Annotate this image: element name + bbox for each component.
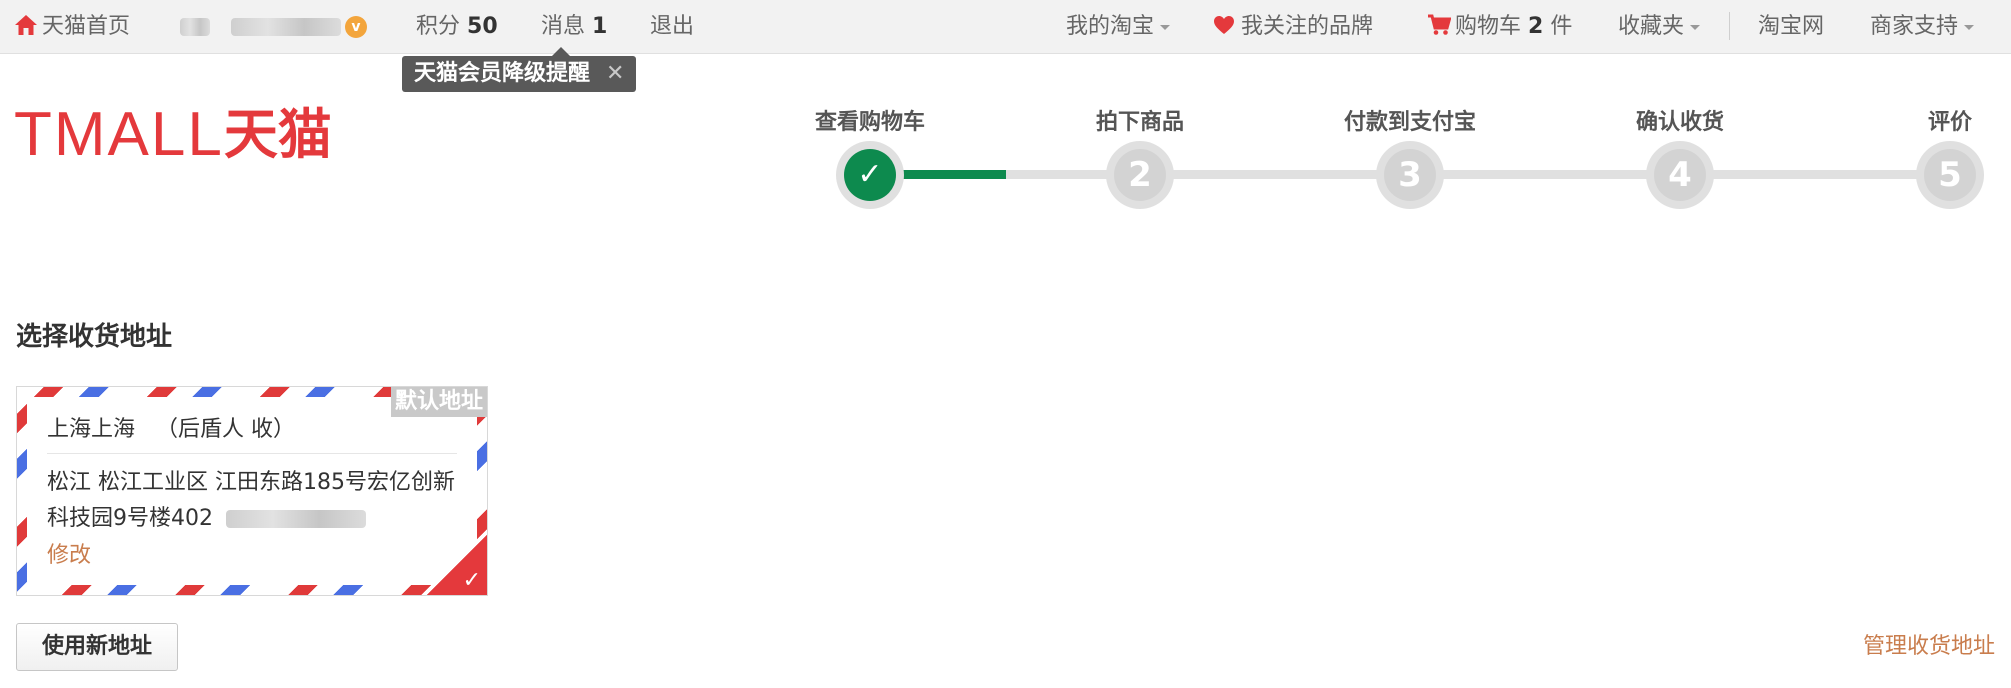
step-label-confirm-receipt: 确认收货 [1635,110,1725,135]
step-number-2: 2 [1114,149,1166,201]
step-circle-3: 3 [1376,141,1444,209]
step-label-view-cart: 查看购物车 [814,110,926,135]
vip-badge-icon: v [345,16,367,38]
address-edit-link[interactable]: 修改 [47,537,91,569]
step-label-review: 评价 [1927,110,1973,135]
tooltip-text: 天猫会员降级提醒 [414,61,591,86]
step-circle-4: 4 [1646,141,1714,209]
my-taobao-label: 我的淘宝 [1066,14,1155,39]
username-redacted [180,18,210,36]
logo-cjk-text: 天猫 [223,103,332,166]
step-circle-2: 2 [1106,141,1174,209]
selected-corner: ✓ [427,535,487,595]
address-detail: 松江 松江工业区 江田东路185号宏亿创新科技园9号楼402 [47,465,467,537]
address-card-selected[interactable]: 上海上海 （后盾人 收） 松江 松江工业区 江田东路185号宏亿创新科技园9号楼… [16,386,488,596]
close-icon[interactable]: ✕ [606,61,624,86]
home-link[interactable]: 天猫首页 [14,0,130,53]
home-link-label: 天猫首页 [42,14,131,39]
top-nav-bar: 天猫首页 v 积分 50 消息 1 退出 我的淘宝 我关注的品牌 购物车 2 件… [0,0,2011,54]
messages-label: 消息 [541,14,586,39]
followed-brands-label: 我关注的品牌 [1241,14,1374,39]
cart-count: 2 [1528,14,1544,39]
logout-link[interactable]: 退出 [650,0,694,53]
favorites-menu[interactable]: 收藏夹 [1618,0,1701,53]
section-title-select-address: 选择收货地址 [16,322,173,352]
step-circle-5: 5 [1916,141,1984,209]
phone-redacted [226,510,366,528]
points-link[interactable]: 积分 50 [416,0,498,53]
heart-icon [1214,16,1234,34]
step-number-5: 5 [1924,149,1976,201]
chevron-down-icon [1160,24,1171,30]
followed-brands-link[interactable]: 我关注的品牌 [1213,0,1373,53]
chevron-down-icon [1690,24,1701,30]
logo-latin-text: TMALL [14,100,224,169]
use-new-address-button[interactable]: 使用新地址 [16,623,178,671]
tmall-logo[interactable]: TMALL天猫 [14,103,332,166]
step-number-3: 3 [1384,149,1436,201]
cart-icon [1428,14,1452,35]
points-label: 积分 [416,14,461,39]
chevron-down-icon [1964,24,1975,30]
address-divider [47,453,457,454]
username-redacted-2 [231,18,341,36]
address-recipient-line: 上海上海 （后盾人 收） [47,417,295,442]
default-address-badge: 默认地址 [390,387,487,417]
merchant-support-menu[interactable]: 商家支持 [1870,0,1975,53]
topbar-divider [1729,12,1730,40]
step-label-place-order: 拍下商品 [1095,110,1185,135]
merchant-support-label: 商家支持 [1870,14,1959,39]
membership-downgrade-tooltip: 天猫会员降级提醒 ✕ [402,47,637,92]
address-card-body: 上海上海 （后盾人 收） 松江 松江工业区 江田东路185号宏亿创新科技园9号楼… [27,397,477,585]
messages-count: 1 [592,14,608,39]
step-number-4: 4 [1654,149,1706,201]
favorites-label: 收藏夹 [1618,14,1685,39]
cart-unit: 件 [1550,14,1573,39]
check-icon: ✓ [462,568,481,593]
manage-addresses-link[interactable]: 管理收货地址 [1863,628,1995,660]
my-taobao-menu[interactable]: 我的淘宝 [1066,0,1171,53]
check-icon: ✓ [844,149,896,201]
home-icon [15,15,37,35]
points-value: 50 [467,14,498,39]
step-label-pay: 付款到支付宝 [1343,110,1477,135]
username-link[interactable]: v [180,0,367,53]
step-circle-1: ✓ [836,141,904,209]
cart-link[interactable]: 购物车 2 件 [1427,0,1572,53]
messages-link[interactable]: 消息 1 [541,0,607,53]
taobao-link[interactable]: 淘宝网 [1758,0,1824,53]
cart-label: 购物车 [1455,14,1522,39]
